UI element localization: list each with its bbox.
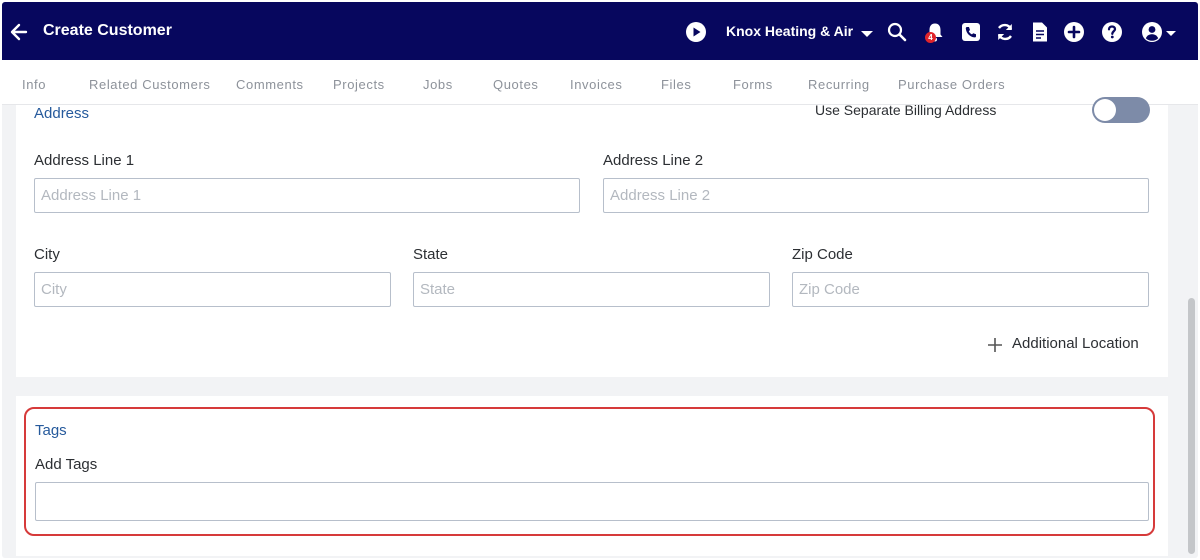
tags-section-title: Tags: [35, 422, 67, 439]
add-tags-input[interactable]: [35, 482, 1149, 521]
company-selector[interactable]: Knox Heating & Air: [726, 23, 853, 39]
tab-files[interactable]: Files: [661, 77, 691, 92]
state-label: State: [413, 246, 449, 263]
tab-recurring[interactable]: Recurring: [808, 77, 870, 92]
back-arrow-icon[interactable]: [10, 21, 28, 43]
document-icon[interactable]: [1029, 21, 1051, 43]
sync-icon[interactable]: [994, 21, 1016, 43]
tab-invoices[interactable]: Invoices: [570, 77, 623, 92]
tab-bar: Info Related Customers Comments Projects…: [2, 60, 1198, 105]
tab-forms[interactable]: Forms: [733, 77, 773, 92]
address-section: Address Use Separate Billing Address Add…: [16, 97, 1168, 377]
address-line2-label: Address Line 2: [603, 152, 704, 169]
top-header: Create Customer Knox Heating & Air 4: [2, 2, 1198, 60]
notification-badge: 4: [925, 32, 936, 43]
billing-address-toggle[interactable]: [1092, 97, 1150, 123]
tab-related-customers[interactable]: Related Customers: [89, 77, 210, 92]
toggle-knob: [1094, 99, 1116, 121]
user-account-icon[interactable]: [1141, 21, 1163, 43]
account-chevron-down-icon[interactable]: [1165, 30, 1177, 37]
tab-comments[interactable]: Comments: [236, 77, 304, 92]
state-input[interactable]: [413, 272, 770, 307]
address-line1-label: Address Line 1: [34, 152, 135, 169]
tab-quotes[interactable]: Quotes: [493, 77, 539, 92]
tab-projects[interactable]: Projects: [333, 77, 385, 92]
zip-code-label: Zip Code: [792, 246, 853, 263]
tab-jobs[interactable]: Jobs: [423, 77, 453, 92]
page-title: Create Customer: [43, 22, 172, 39]
address-line2-input[interactable]: [603, 178, 1149, 213]
phone-icon[interactable]: [960, 21, 982, 43]
city-input[interactable]: [34, 272, 391, 307]
tab-purchase-orders[interactable]: Purchase Orders: [898, 77, 1005, 92]
city-label: City: [34, 246, 60, 263]
app-window: Create Customer Knox Heating & Air 4 Inf…: [2, 2, 1198, 558]
add-circle-icon[interactable]: [1063, 21, 1085, 43]
add-tags-label: Add Tags: [35, 456, 98, 473]
zip-code-input[interactable]: [792, 272, 1149, 307]
address-line1-input[interactable]: [34, 178, 580, 213]
additional-location-label: Additional Location: [1012, 335, 1139, 352]
tags-section: Tags Add Tags: [16, 396, 1168, 556]
address-section-title: Address: [34, 105, 90, 122]
play-icon[interactable]: [685, 21, 707, 43]
billing-address-toggle-label: Use Separate Billing Address: [815, 102, 997, 118]
chevron-down-icon[interactable]: [860, 30, 874, 38]
plus-icon: [988, 338, 1002, 352]
tab-info[interactable]: Info: [22, 77, 46, 92]
search-icon[interactable]: [886, 21, 908, 43]
help-icon[interactable]: [1101, 21, 1123, 43]
scrollbar-thumb[interactable]: [1188, 298, 1195, 554]
